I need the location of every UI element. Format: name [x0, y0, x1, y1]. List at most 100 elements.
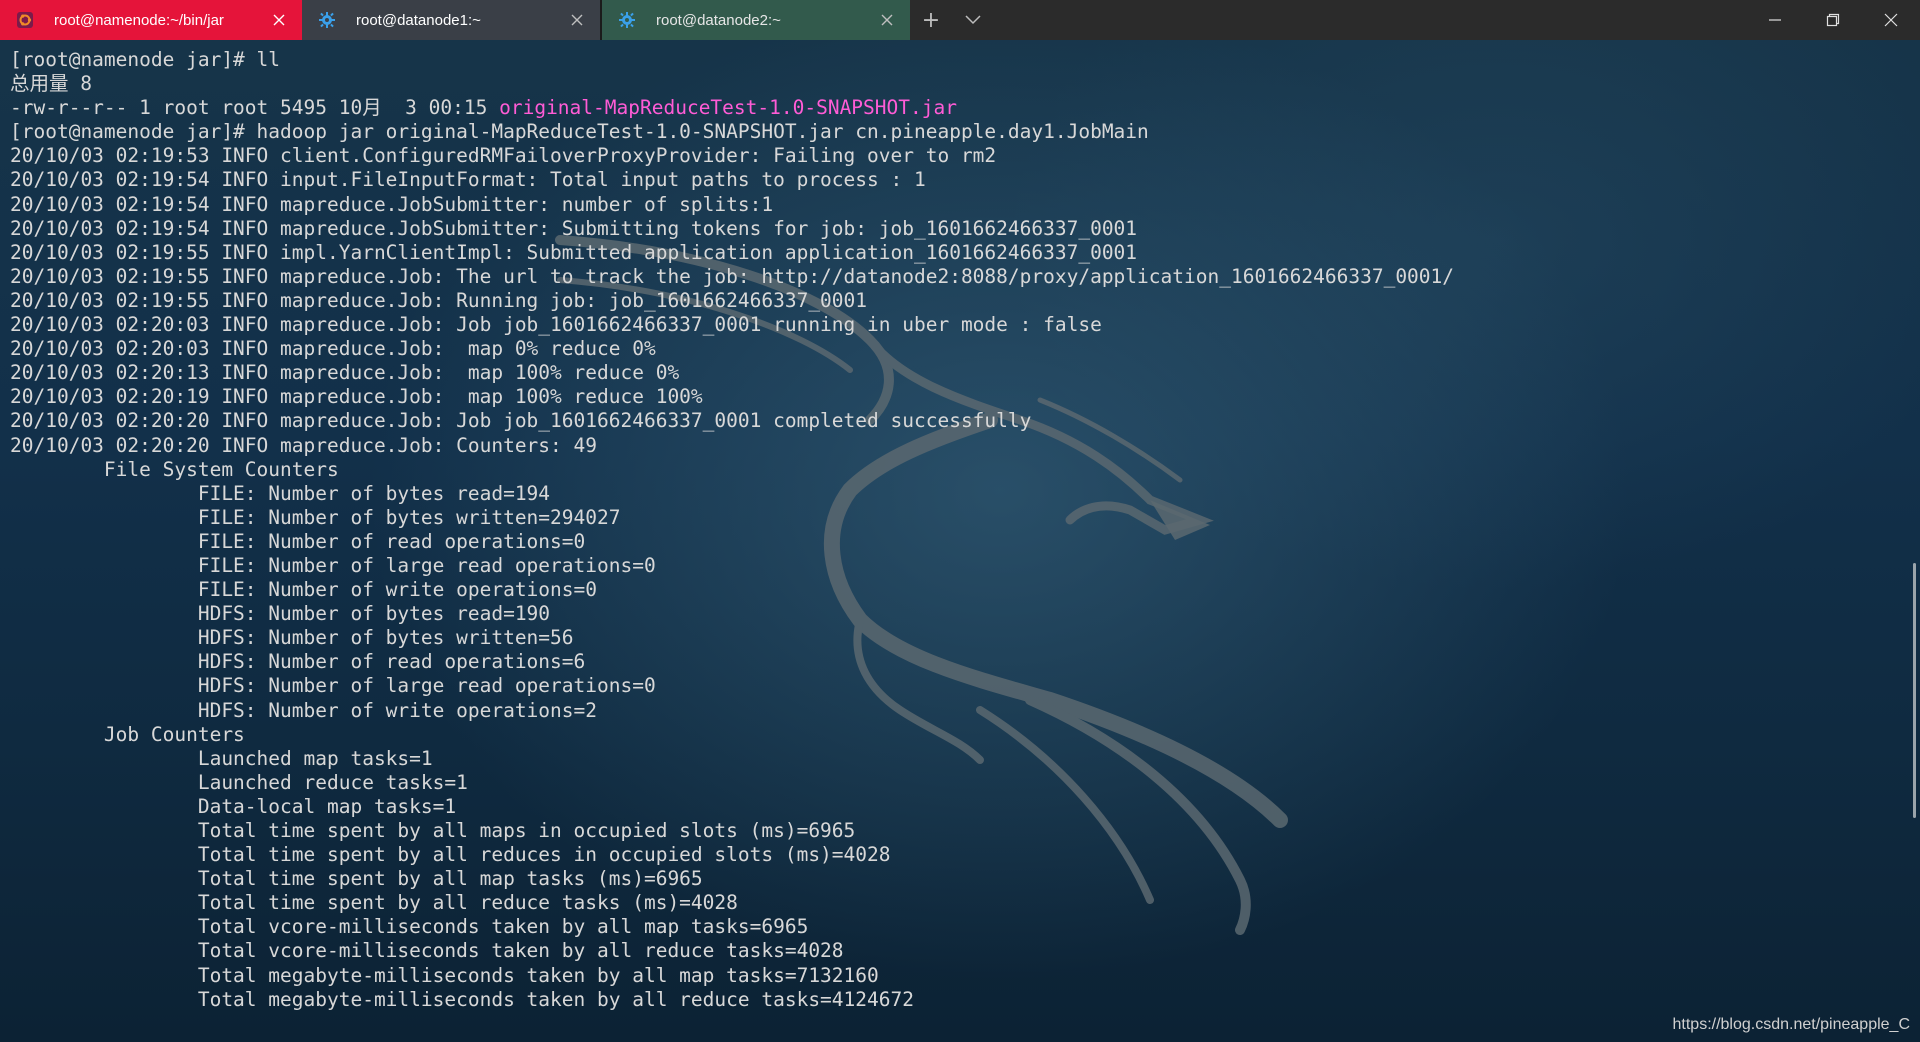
terminal-text: Total vcore-milliseconds taken by all ma… [10, 915, 809, 939]
terminal-line: Total megabyte-milliseconds taken by all… [10, 964, 1454, 988]
terminal-text: 20/10/03 02:19:55 INFO impl.YarnClientIm… [10, 240, 1138, 264]
terminal-line: 20/10/03 02:20:20 INFO mapreduce.Job: Jo… [10, 409, 1454, 433]
terminal-text: 20/10/03 02:19:54 INFO mapreduce.JobSubm… [10, 216, 1138, 240]
terminal-text: Total megabyte-milliseconds taken by all… [10, 963, 879, 987]
terminal-text: HDFS: Number of write operations=2 [10, 698, 597, 722]
terminal-line: Total time spent by all reduces in occup… [10, 843, 1454, 867]
terminal-text: 20/10/03 02:20:19 INFO mapreduce.Job: ma… [10, 385, 703, 409]
terminal-text: 20/10/03 02:20:13 INFO mapreduce.Job: ma… [10, 361, 680, 385]
minimize-icon [1769, 19, 1781, 21]
terminal-line: FILE: Number of bytes read=194 [10, 482, 1454, 506]
scrollbar-thumb[interactable] [1913, 563, 1916, 818]
terminal-line: Total megabyte-milliseconds taken by all… [10, 988, 1454, 1012]
terminal-line: 20/10/03 02:19:54 INFO input.FileInputFo… [10, 168, 1454, 192]
terminal-text: 20/10/03 02:20:03 INFO mapreduce.Job: ma… [10, 337, 656, 361]
terminal-text: 总用量 8 [10, 72, 92, 96]
terminal-text: Job Counters [10, 722, 245, 746]
terminal-line: HDFS: Number of read operations=6 [10, 650, 1454, 674]
terminal-line: -rw-r--r-- 1 root root 5495 10月 3 00:15 … [10, 96, 1454, 120]
terminal-line: 20/10/03 02:19:55 INFO mapreduce.Job: Ru… [10, 289, 1454, 313]
terminal-text: Total vcore-milliseconds taken by all re… [10, 939, 844, 963]
terminal-line: HDFS: Number of large read operations=0 [10, 674, 1454, 698]
terminal-line: Total time spent by all maps in occupied… [10, 819, 1454, 843]
tab-datanode2[interactable]: root@datanode2:~ [602, 0, 910, 40]
terminal-line: Total time spent by all reduce tasks (ms… [10, 891, 1454, 915]
terminal-pane[interactable]: [root@namenode jar]# ll 总用量 8 -rw-r--r-- 1… [0, 40, 1920, 1042]
terminal-line: FILE: Number of large read operations=0 [10, 554, 1454, 578]
terminal-line: HDFS: Number of write operations=2 [10, 699, 1454, 723]
close-icon [1884, 13, 1898, 27]
terminal-text: FILE: Number of bytes read=194 [10, 481, 551, 505]
terminal-line: FILE: Number of write operations=0 [10, 578, 1454, 602]
close-tab-icon[interactable] [566, 9, 588, 31]
terminal-line: 20/10/03 02:19:55 INFO mapreduce.Job: Th… [10, 265, 1454, 289]
terminal-text: 20/10/03 02:19:55 INFO mapreduce.Job: Th… [10, 264, 1455, 288]
tab-dropdown-button[interactable] [952, 0, 994, 40]
chevron-down-icon [965, 15, 981, 25]
terminal-text: HDFS: Number of read operations=6 [10, 650, 586, 674]
terminal-line: 20/10/03 02:19:54 INFO mapreduce.JobSubm… [10, 193, 1454, 217]
terminal-text: FILE: Number of write operations=0 [10, 578, 597, 602]
tab-label: root@datanode1:~ [356, 11, 481, 29]
terminal-line: 20/10/03 02:20:13 INFO mapreduce.Job: ma… [10, 361, 1454, 385]
terminal-line: 20/10/03 02:19:54 INFO mapreduce.JobSubm… [10, 217, 1454, 241]
terminal-output: [root@namenode jar]# ll 总用量 8 -rw-r--r-- 1… [10, 48, 1454, 1012]
ubuntu-icon [16, 11, 34, 29]
terminal-text: 20/10/03 02:20:03 INFO mapreduce.Job: Jo… [10, 313, 1102, 337]
minimize-button[interactable] [1746, 0, 1804, 40]
terminal-text: Data-local map tasks=1 [10, 794, 457, 818]
terminal-text: 20/10/03 02:19:55 INFO mapreduce.Job: Ru… [10, 288, 868, 312]
terminal-text: 20/10/03 02:20:20 INFO mapreduce.Job: Jo… [10, 409, 1032, 433]
terminal-line: Data-local map tasks=1 [10, 795, 1454, 819]
terminal-text: FILE: Number of large read operations=0 [10, 553, 656, 577]
terminal-line: 20/10/03 02:20:03 INFO mapreduce.Job: Jo… [10, 313, 1454, 337]
tab-datanode1[interactable]: root@datanode1:~ [302, 0, 600, 40]
terminal-line: FILE: Number of read operations=0 [10, 530, 1454, 554]
terminal-line: Job Counters [10, 723, 1454, 747]
terminal-line: 20/10/03 02:20:03 INFO mapreduce.Job: ma… [10, 337, 1454, 361]
close-tab-icon[interactable] [268, 9, 290, 31]
terminal-line: 总用量 8 [10, 72, 1454, 96]
terminal-text: Total time spent by all reduce tasks (ms… [10, 891, 738, 915]
terminal-text: Total time spent by all reduces in occup… [10, 843, 891, 867]
watermark-text: https://blog.csdn.net/pineapple_C [1672, 1016, 1911, 1033]
gear-icon [318, 11, 336, 29]
terminal-text: -rw-r--r-- 1 root root 5495 10月 3 00:15 [10, 96, 500, 120]
terminal-text: [root@namenode jar]# hadoop jar original… [10, 120, 1149, 144]
terminal-text: Total time spent by all map tasks (ms)=6… [10, 867, 703, 891]
terminal-text: File System Counters [10, 457, 339, 481]
terminal-line: [root@namenode jar]# hadoop jar original… [10, 120, 1454, 144]
terminal-text: 20/10/03 02:20:20 INFO mapreduce.Job: Co… [10, 433, 597, 457]
terminal-line: [root@namenode jar]# ll [10, 48, 1454, 72]
new-tab-button[interactable]: + [910, 0, 952, 40]
terminal-text: [root@namenode jar]# ll [10, 48, 281, 71]
terminal-line: 20/10/03 02:19:55 INFO impl.YarnClientIm… [10, 241, 1454, 265]
highlighted-filename: original-MapReduceTest-1.0-SNAPSHOT.jar [499, 96, 957, 120]
terminal-text: 20/10/03 02:19:53 INFO client.Configured… [10, 144, 997, 168]
restore-icon [1826, 13, 1840, 27]
title-bar: root@namenode:~/bin/jar root@datanode1:~ [0, 0, 1920, 40]
close-window-button[interactable] [1862, 0, 1920, 40]
restore-button[interactable] [1804, 0, 1862, 40]
tab-namenode[interactable]: root@namenode:~/bin/jar [0, 0, 302, 40]
terminal-line: Total vcore-milliseconds taken by all ma… [10, 915, 1454, 939]
terminal-text: HDFS: Number of bytes read=190 [10, 602, 551, 626]
terminal-text: FILE: Number of bytes written=294027 [10, 505, 621, 529]
terminal-line: 20/10/03 02:20:20 INFO mapreduce.Job: Co… [10, 434, 1454, 458]
terminal-line: Total time spent by all map tasks (ms)=6… [10, 867, 1454, 891]
terminal-line: Launched map tasks=1 [10, 747, 1454, 771]
terminal-line: File System Counters [10, 458, 1454, 482]
terminal-text: Total time spent by all maps in occupied… [10, 819, 856, 842]
terminal-line: HDFS: Number of bytes read=190 [10, 602, 1454, 626]
terminal-text: Launched reduce tasks=1 [10, 770, 468, 794]
terminal-text: FILE: Number of read operations=0 [10, 529, 586, 553]
terminal-text: HDFS: Number of large read operations=0 [10, 674, 656, 698]
terminal-line: 20/10/03 02:20:19 INFO mapreduce.Job: ma… [10, 385, 1454, 409]
window-controls [1746, 0, 1920, 40]
terminal-text: Launched map tasks=1 [10, 746, 433, 770]
terminal-line: Total vcore-milliseconds taken by all re… [10, 939, 1454, 963]
close-tab-icon[interactable] [876, 9, 898, 31]
terminal-text: 20/10/03 02:19:54 INFO input.FileInputFo… [10, 168, 926, 192]
tab-label: root@datanode2:~ [656, 11, 781, 29]
terminal-text: HDFS: Number of bytes written=56 [10, 626, 574, 650]
